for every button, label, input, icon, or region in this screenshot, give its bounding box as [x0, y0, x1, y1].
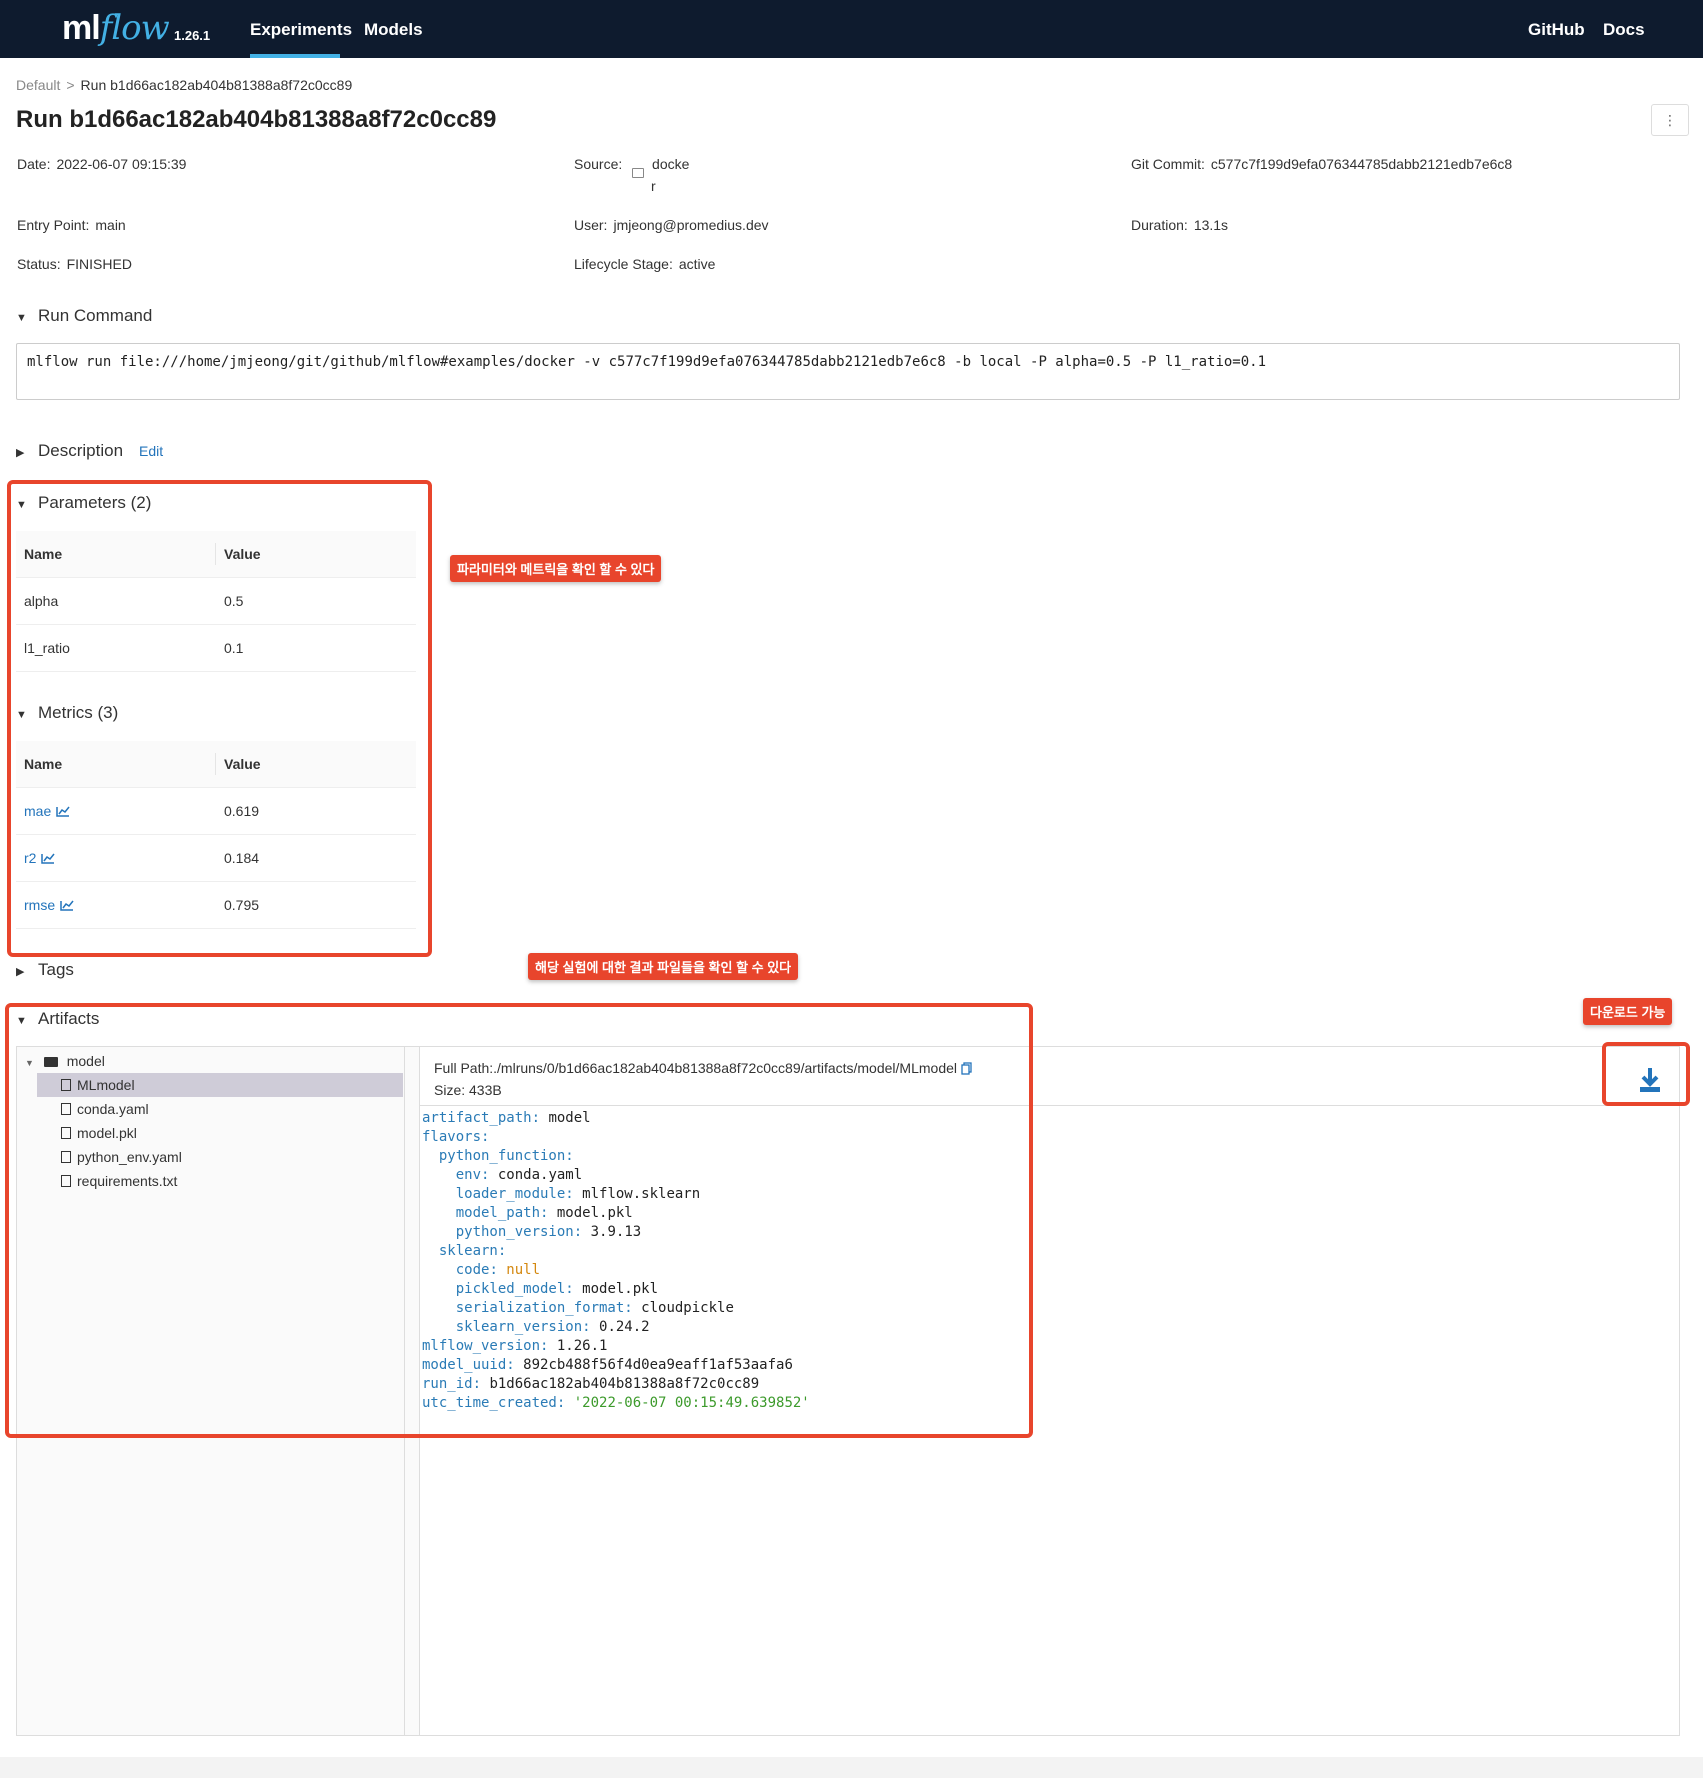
description-toggle[interactable]: ▶ Description Edit [16, 441, 163, 461]
meta-date: Date: 2022-06-07 09:15:39 [17, 156, 187, 172]
footer-strip [0, 1757, 1703, 1778]
nav-github[interactable]: GitHub [1528, 20, 1585, 40]
breadcrumb-default[interactable]: Default [16, 77, 60, 93]
meta-user: User: jmjeong@promedius.dev [574, 217, 769, 233]
meta-git-commit: Git Commit: c577c7f199d9efa076344785dabb2… [1131, 156, 1513, 172]
page-title: Run b1d66ac182ab404b81388a8f72c0cc89 [16, 106, 497, 133]
breadcrumb-current: Run b1d66ac182ab404b81388a8f72c0cc89 [80, 77, 353, 93]
description-edit-link[interactable]: Edit [139, 443, 163, 459]
run-command-textarea[interactable]: mlflow run file:///home/jmjeong/git/gith… [16, 343, 1680, 400]
nav-docs[interactable]: Docs [1603, 20, 1645, 40]
version-label: 1.26.1 [174, 28, 211, 43]
meta-source-wrap: r [651, 178, 656, 194]
meta-source: Source: docke [574, 156, 689, 178]
annotation-box-artifacts [5, 1003, 1033, 1438]
breadcrumb: Default > Run b1d66ac182ab404b81388a8f72c0… [16, 77, 352, 93]
run-command-toggle[interactable]: ▼ Run Command [16, 306, 152, 326]
caret-right-icon: ▶ [16, 447, 25, 459]
docker-icon [632, 168, 645, 178]
caret-right-icon: ▶ [16, 966, 25, 978]
meta-duration: Duration: 13.1s [1131, 217, 1229, 233]
annotation-box-params [7, 480, 432, 957]
annotation-box-download [1602, 1042, 1690, 1106]
source-value[interactable]: docke [652, 156, 689, 172]
top-navbar: mlflow 1.26.1 Experiments Models GitHub … [0, 0, 1703, 58]
annotation-note-download: 다운로드 가능 [1583, 998, 1673, 1025]
more-options-button[interactable]: ⋮ [1651, 104, 1689, 136]
meta-lifecycle: Lifecycle Stage: active [574, 256, 716, 272]
nav-experiments[interactable]: Experiments [250, 20, 352, 40]
tags-toggle[interactable]: ▶ Tags [16, 960, 74, 980]
active-nav-indicator [250, 54, 340, 58]
mlflow-logo[interactable]: mlflow [62, 8, 170, 48]
breadcrumb-separator: > [66, 77, 75, 93]
annotation-note-params: 파라미터와 메트릭을 확인 할 수 있다 [450, 555, 662, 582]
caret-down-icon: ▼ [16, 312, 27, 324]
nav-models[interactable]: Models [364, 20, 423, 40]
annotation-note-artifacts: 해당 실험에 대한 결과 파일들을 확인 할 수 있다 [528, 953, 799, 980]
meta-entry-point: Entry Point: main [17, 217, 126, 233]
meta-status: Status: FINISHED [17, 256, 132, 272]
